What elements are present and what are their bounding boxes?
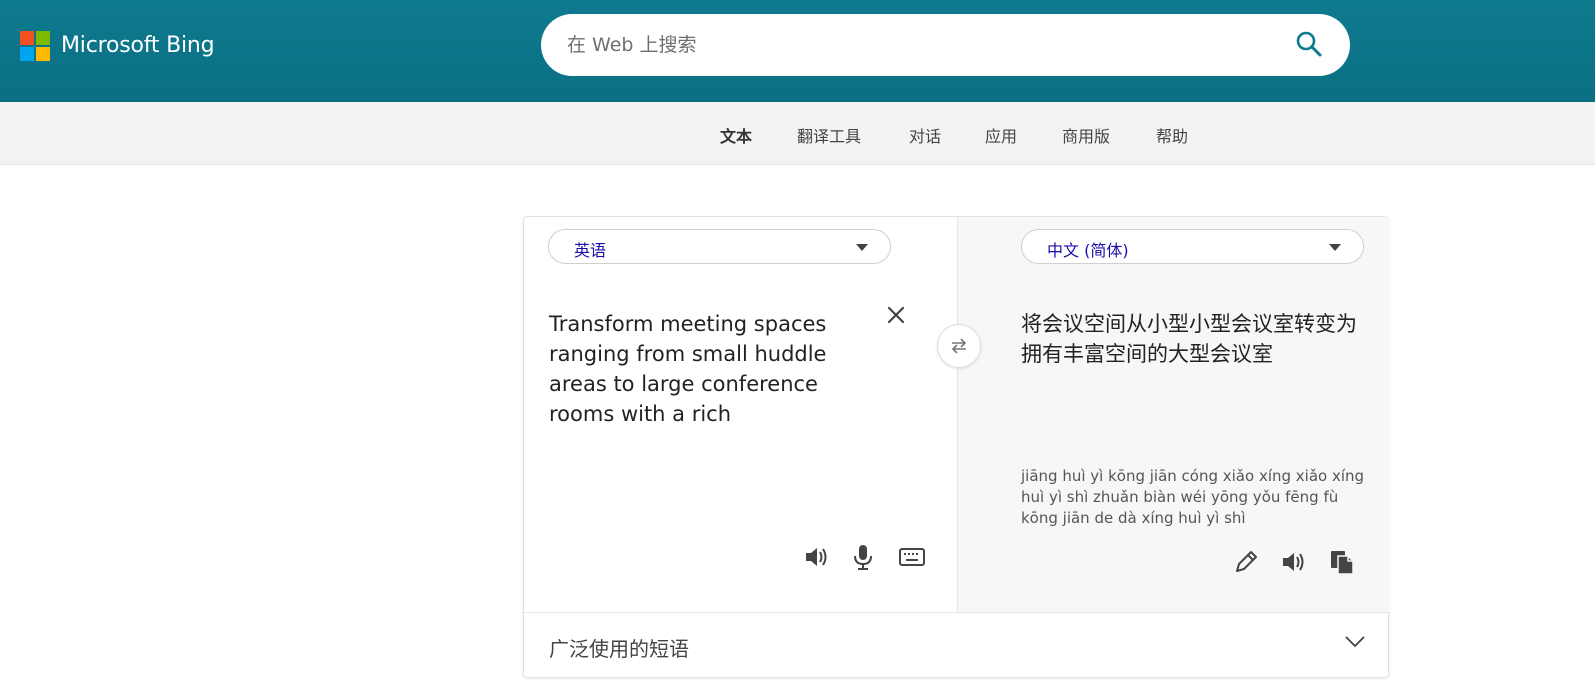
nav-item-translation-tools[interactable]: 翻译工具 bbox=[797, 123, 861, 147]
target-pane: 中文 (简体) 将会议空间从小型小型会议室转变为拥有丰富空间的大型会议室 jiā… bbox=[957, 217, 1389, 612]
nav-item-business[interactable]: 商用版 bbox=[1062, 123, 1110, 147]
target-language-select[interactable]: 中文 (简体) bbox=[1021, 229, 1364, 264]
speaker-icon[interactable] bbox=[802, 542, 832, 572]
source-pane: 英语 Transform meeting spaces ranging from… bbox=[524, 217, 957, 612]
microphone-icon[interactable] bbox=[848, 542, 878, 572]
search-input[interactable] bbox=[567, 28, 1247, 62]
swap-languages-button[interactable] bbox=[937, 324, 981, 368]
chevron-down-icon bbox=[1345, 636, 1365, 648]
source-language-select[interactable]: 英语 bbox=[548, 229, 891, 264]
microsoft-logo[interactable] bbox=[20, 31, 50, 61]
search-icon[interactable] bbox=[1293, 29, 1325, 61]
translator-card: 英语 Transform meeting spaces ranging from… bbox=[523, 216, 1389, 678]
nav-item-help[interactable]: 帮助 bbox=[1156, 123, 1188, 147]
copy-icon[interactable] bbox=[1327, 547, 1357, 577]
search-box[interactable] bbox=[541, 14, 1350, 76]
swap-icon bbox=[951, 338, 967, 354]
common-phrases-expander[interactable]: 广泛使用的短语 bbox=[524, 612, 1388, 677]
brand-name[interactable]: Microsoft Bing bbox=[61, 33, 215, 58]
common-phrases-label: 广泛使用的短语 bbox=[549, 637, 689, 661]
caret-down-icon bbox=[1329, 244, 1341, 251]
source-text-input[interactable]: Transform meeting spaces ranging from sm… bbox=[549, 309, 869, 429]
speaker-icon[interactable] bbox=[1279, 547, 1309, 577]
top-nav: 文本 翻译工具 对话 应用 商用版 帮助 bbox=[0, 102, 1595, 165]
nav-item-text[interactable]: 文本 bbox=[720, 123, 752, 147]
translated-text: 将会议空间从小型小型会议室转变为拥有丰富空间的大型会议室 bbox=[1021, 312, 1357, 366]
caret-down-icon bbox=[856, 244, 868, 251]
pencil-icon[interactable] bbox=[1231, 547, 1261, 577]
close-icon[interactable] bbox=[884, 303, 908, 327]
nav-item-conversation[interactable]: 对话 bbox=[909, 123, 941, 147]
pinyin-text: jiāng huì yì kōng jiān cóng xiǎo xíng xi… bbox=[1021, 467, 1365, 527]
source-language-label: 英语 bbox=[574, 241, 607, 260]
header-bar: Microsoft Bing bbox=[0, 0, 1595, 102]
nav-item-apps[interactable]: 应用 bbox=[985, 123, 1017, 147]
target-language-label: 中文 (简体) bbox=[1047, 241, 1129, 260]
keyboard-icon[interactable] bbox=[897, 542, 927, 572]
